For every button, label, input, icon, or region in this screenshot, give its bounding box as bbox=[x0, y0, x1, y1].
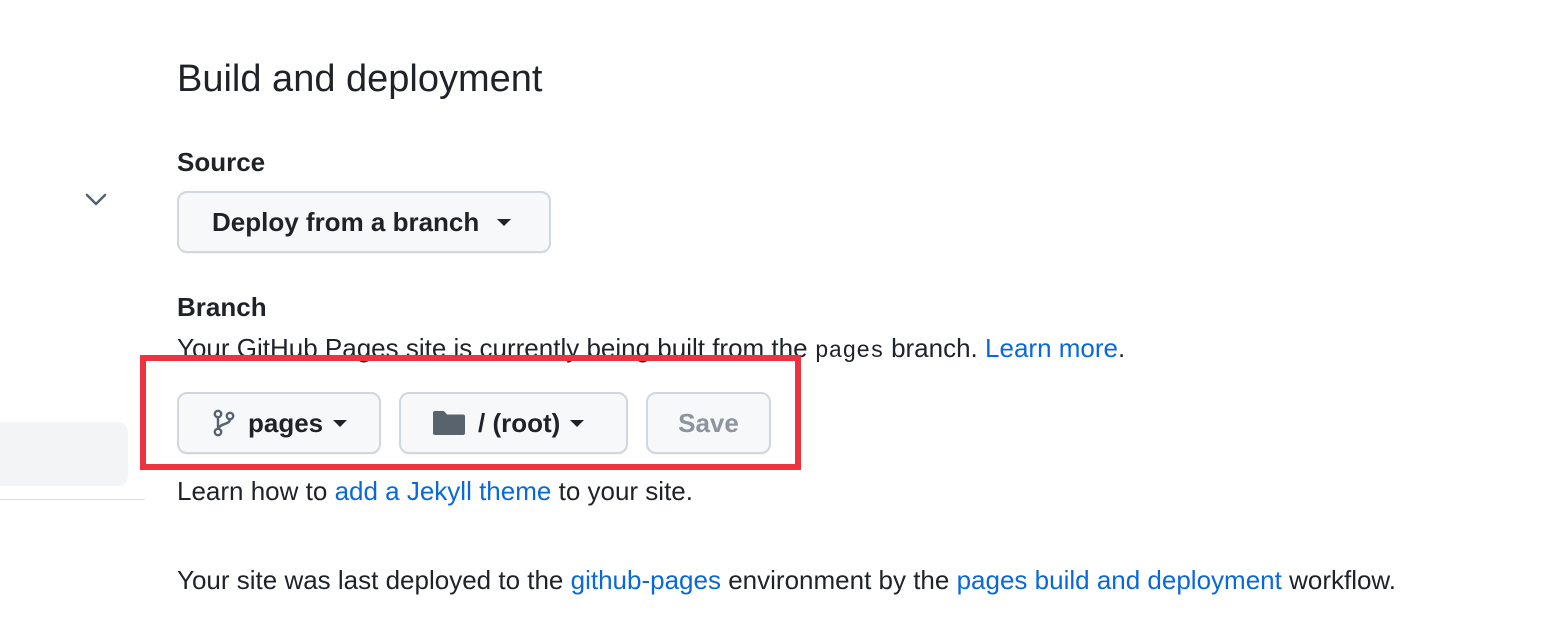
page-title: Build and deployment bbox=[177, 58, 543, 100]
folder-select-label: / (root) bbox=[478, 407, 561, 438]
pages-workflow-link[interactable]: pages build and deployment bbox=[957, 565, 1282, 595]
branch-description-suffix: branch. bbox=[891, 333, 978, 363]
add-jekyll-theme-link[interactable]: add a Jekyll theme bbox=[335, 476, 552, 506]
period: . bbox=[1118, 333, 1126, 363]
branch-description-prefix: Your GitHub Pages site is currently bein… bbox=[177, 333, 808, 363]
deploy-suffix: workflow. bbox=[1289, 565, 1396, 595]
triangle-down-icon bbox=[570, 419, 585, 427]
triangle-down-icon bbox=[333, 419, 348, 427]
deploy-prefix: Your site was last deployed to the bbox=[177, 565, 564, 595]
jekyll-prefix: Learn how to bbox=[177, 476, 328, 506]
git-branch-icon bbox=[212, 409, 236, 437]
sidebar-item-active[interactable] bbox=[0, 422, 128, 486]
triangle-down-icon bbox=[497, 218, 512, 226]
branch-label: Branch bbox=[177, 292, 267, 322]
branch-select-button[interactable]: pages bbox=[177, 392, 381, 454]
github-pages-environment-link[interactable]: github-pages bbox=[571, 565, 721, 595]
sidebar-chevron-down-icon[interactable] bbox=[84, 188, 108, 212]
folder-icon bbox=[432, 410, 466, 436]
sidebar-divider bbox=[0, 499, 145, 500]
jekyll-suffix: to your site. bbox=[558, 476, 693, 506]
save-button[interactable]: Save bbox=[646, 392, 771, 454]
source-dropdown-button[interactable]: Deploy from a branch bbox=[177, 191, 551, 253]
jekyll-theme-text: Learn how to add a Jekyll theme to your … bbox=[177, 476, 693, 507]
branch-description: Your GitHub Pages site is currently bein… bbox=[177, 333, 1125, 364]
branch-select-label: pages bbox=[248, 407, 324, 438]
pages-settings-page: Build and deployment Source Deploy from … bbox=[0, 0, 1550, 630]
deploy-middle: environment by the bbox=[728, 565, 950, 595]
learn-more-link[interactable]: Learn more bbox=[985, 333, 1118, 363]
source-dropdown-value: Deploy from a branch bbox=[212, 206, 480, 237]
branch-code: pages bbox=[814, 338, 884, 364]
source-label: Source bbox=[177, 147, 266, 177]
last-deployed-text: Your site was last deployed to the githu… bbox=[177, 565, 1396, 596]
folder-select-button[interactable]: / (root) bbox=[399, 392, 628, 454]
